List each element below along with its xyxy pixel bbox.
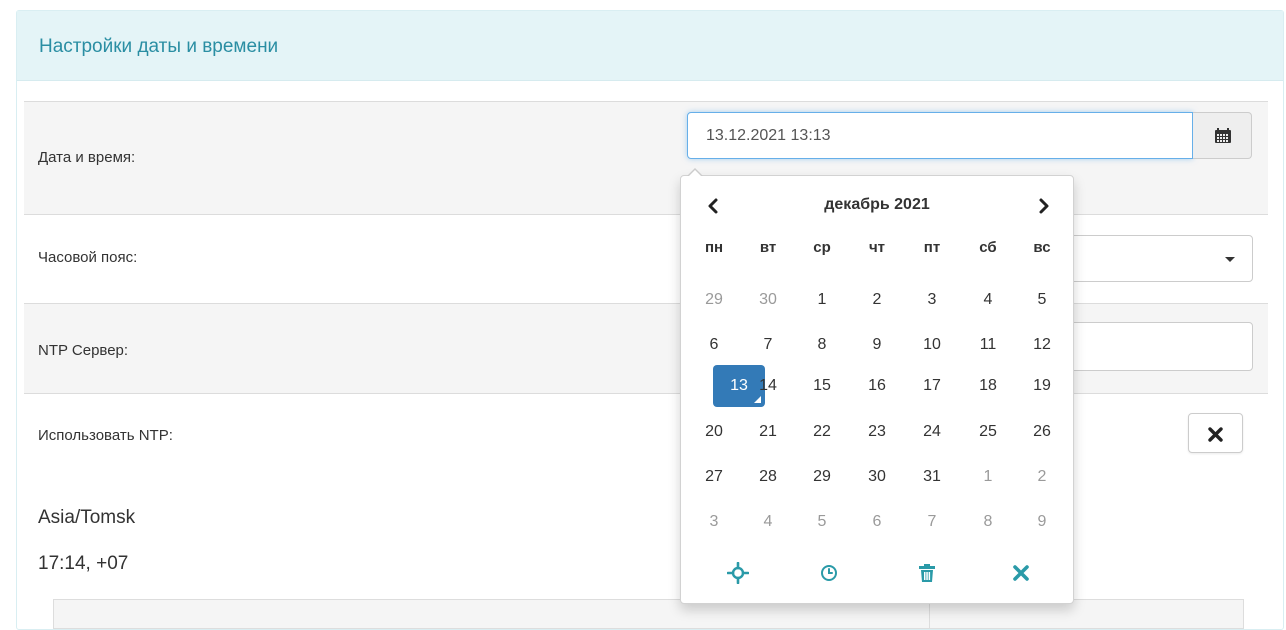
calendar-day[interactable]: 20 [694, 411, 734, 453]
trash-icon [919, 564, 935, 582]
calendar-button[interactable] [1193, 112, 1252, 159]
calendar-day[interactable]: 2 [857, 279, 897, 321]
weekday-label: ср [813, 239, 831, 256]
calendar-week-row: 27 28 29 30 31 1 2 [681, 465, 1075, 489]
weekday-label: пт [923, 239, 941, 256]
time-picker-button[interactable] [814, 558, 844, 588]
calendar-day[interactable]: 7 [748, 324, 788, 366]
calendar-day[interactable]: 8 [802, 324, 842, 366]
calendar-day[interactable]: 27 [694, 456, 734, 498]
datetime-label: Дата и время: [38, 149, 136, 166]
datetime-input[interactable]: 13.12.2021 13:13 [687, 112, 1193, 159]
weekday-header: пн вт ср чт пт сб вс [681, 239, 1075, 263]
panel-heading: Настройки даты и времени [17, 11, 1283, 81]
calendar-day[interactable]: 14 [748, 365, 788, 407]
timezone-label: Часовой пояс: [38, 249, 138, 266]
calendar-week-row: 6 7 8 9 10 11 12 [681, 333, 1075, 357]
datetime-value: 13.12.2021 13:13 [706, 127, 831, 144]
table-divider [929, 600, 930, 628]
ntp-server-label: NTP Сервер: [38, 342, 129, 359]
close-icon [1013, 565, 1029, 581]
calendar-day[interactable]: 1 [968, 456, 1008, 498]
calendar-icon [1215, 128, 1231, 143]
calendar-day[interactable]: 25 [968, 411, 1008, 453]
calendar-day[interactable]: 23 [857, 411, 897, 453]
calendar-day[interactable]: 5 [1022, 279, 1062, 321]
clear-button[interactable] [912, 558, 942, 588]
calendar-day[interactable]: 29 [694, 279, 734, 321]
weekday-label: вт [759, 239, 777, 256]
weekday-label: пн [704, 239, 724, 256]
use-ntp-toggle-button[interactable] [1188, 413, 1243, 453]
month-year-title[interactable]: декабрь 2021 [761, 196, 993, 214]
calendar-day[interactable]: 24 [912, 411, 952, 453]
calendar-day[interactable]: 19 [1022, 365, 1062, 407]
popup-pointer-inner [688, 170, 702, 177]
calendar-week-row: 20 21 22 23 24 25 26 [681, 420, 1075, 444]
timezone-name: Asia/Tomsk [38, 507, 136, 528]
calendar-day[interactable]: 16 [857, 365, 897, 407]
calendar-day[interactable]: 6 [857, 501, 897, 543]
chevron-left-icon [708, 198, 718, 214]
calendar-week-row: 3456789 [681, 510, 1075, 534]
calendar-week-row: 29 30 1 2 3 4 5 [681, 288, 1075, 312]
calendar-day[interactable]: 10 [912, 324, 952, 366]
previous-month-button[interactable] [701, 196, 725, 216]
calendar-day[interactable]: 22 [802, 411, 842, 453]
calendar-day[interactable]: 7 [912, 501, 952, 543]
calendar-day[interactable]: 30 [857, 456, 897, 498]
calendar-day[interactable]: 8 [968, 501, 1008, 543]
weekday-label: чт [868, 239, 886, 256]
close-picker-button[interactable] [1006, 558, 1036, 588]
calendar-day[interactable]: 15 [802, 365, 842, 407]
calendar-day[interactable]: 5 [802, 501, 842, 543]
calendar-week-row: 13 14 15 16 17 18 19 [681, 365, 1075, 407]
weekday-label: сб [979, 239, 997, 256]
calendar-day[interactable]: 26 [1022, 411, 1062, 453]
calendar-day[interactable]: 21 [748, 411, 788, 453]
calendar-day[interactable]: 12 [1022, 324, 1062, 366]
weekday-label: вс [1033, 239, 1051, 256]
calendar-day[interactable]: 11 [968, 324, 1008, 366]
row-timezone: Часовой пояс: [24, 214, 1268, 303]
calendar-day[interactable]: 1 [802, 279, 842, 321]
clock-icon [821, 565, 837, 581]
calendar-day[interactable]: 28 [748, 456, 788, 498]
calendar-day[interactable]: 3 [694, 501, 734, 543]
calendar-day[interactable]: 29 [802, 456, 842, 498]
calendar-day[interactable]: 3 [912, 279, 952, 321]
calendar-day[interactable]: 17 [912, 365, 952, 407]
calendar-day[interactable]: 4 [968, 279, 1008, 321]
calendar-day[interactable]: 9 [1022, 501, 1062, 543]
chevron-down-icon [1225, 257, 1235, 262]
calendar-day[interactable]: 2 [1022, 456, 1062, 498]
calendar-day[interactable]: 4 [748, 501, 788, 543]
calendar-day[interactable]: 18 [968, 365, 1008, 407]
use-ntp-label: Использовать NTP: [38, 427, 173, 444]
calendar-day[interactable]: 9 [857, 324, 897, 366]
row-ntp-server: NTP Сервер: [24, 303, 1268, 393]
today-button[interactable] [723, 558, 753, 588]
calendar-day[interactable]: 31 [912, 456, 952, 498]
chevron-right-icon [1039, 198, 1049, 214]
row-datetime: Дата и время: 13.12.2021 13:13 [24, 101, 1268, 214]
calendar-day[interactable]: 30 [748, 279, 788, 321]
calendar-day[interactable]: 6 [694, 324, 734, 366]
next-month-button[interactable] [1032, 196, 1056, 216]
today-icon [727, 562, 749, 584]
close-icon [1208, 427, 1223, 442]
timezone-current-time: 17:14, +07 [38, 553, 129, 574]
row-use-ntp: Использовать NTP: [24, 393, 1268, 473]
panel-title: Настройки даты и времени [39, 36, 279, 57]
datepicker-popup: декабрь 2021 пн вт ср чт пт сб вс 29 30 1 2 3 4 5 6 7 8… [680, 168, 1075, 604]
